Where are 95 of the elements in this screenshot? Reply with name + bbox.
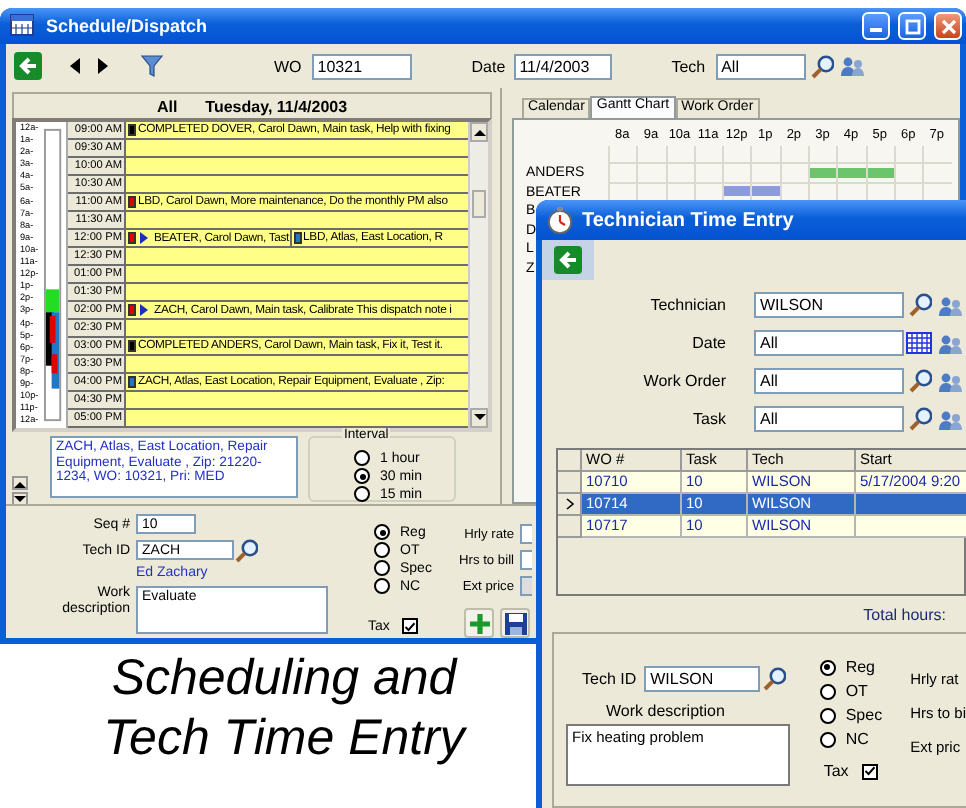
radio-label: Spec bbox=[845, 706, 883, 724]
wo-label: WO bbox=[274, 57, 302, 75]
people-button[interactable] bbox=[934, 406, 964, 432]
radio-label: NC bbox=[845, 730, 869, 748]
maximize-icon bbox=[903, 17, 921, 35]
floppy-icon bbox=[503, 611, 527, 635]
work-description-label: Work description bbox=[606, 702, 727, 720]
radio-label: OT bbox=[845, 682, 868, 700]
tech-label: Tech bbox=[671, 57, 706, 75]
filter-field[interactable]: All bbox=[754, 330, 904, 356]
hourly-rate-field[interactable] bbox=[520, 524, 532, 544]
search-button[interactable] bbox=[904, 292, 934, 318]
day-title: Tuesday, 11/4/2003 bbox=[205, 97, 348, 115]
date-label: Date bbox=[471, 57, 506, 75]
tax-label: Tax bbox=[823, 762, 849, 780]
plus-icon bbox=[467, 611, 491, 635]
window-title: Schedule/Dispatch bbox=[46, 16, 210, 36]
radio-button[interactable] bbox=[374, 524, 390, 540]
left-arrow-icon bbox=[554, 246, 582, 274]
radio-button[interactable] bbox=[374, 578, 390, 594]
filter-field[interactable]: All bbox=[754, 406, 904, 432]
radio-button[interactable] bbox=[374, 542, 390, 558]
people-button[interactable] bbox=[934, 292, 964, 318]
date-field[interactable]: 11/4/2003 bbox=[513, 53, 612, 79]
filter-label: Date bbox=[690, 334, 726, 352]
filter-field[interactable]: All bbox=[754, 368, 904, 394]
back-button[interactable] bbox=[12, 50, 44, 82]
filter-label: Work Order bbox=[641, 372, 726, 390]
scrollbar-thumb[interactable] bbox=[472, 190, 486, 218]
minimize-icon bbox=[870, 28, 882, 32]
people-button[interactable] bbox=[837, 52, 866, 80]
checkbox[interactable] bbox=[862, 763, 879, 779]
ext-price-field[interactable] bbox=[520, 576, 532, 596]
up-triangle-icon bbox=[14, 479, 26, 487]
people-icon bbox=[937, 407, 961, 431]
search-icon bbox=[234, 537, 258, 563]
people-icon bbox=[839, 54, 864, 78]
stopwatch-icon bbox=[546, 206, 574, 234]
radio-button[interactable] bbox=[354, 450, 370, 466]
radio-button[interactable] bbox=[354, 486, 370, 502]
scroll-down-icon bbox=[473, 414, 485, 422]
radio-button[interactable] bbox=[374, 560, 390, 576]
funnel-icon bbox=[140, 54, 164, 78]
people-button[interactable] bbox=[934, 368, 964, 394]
checkbox[interactable] bbox=[401, 618, 418, 634]
scroll-up-icon bbox=[473, 128, 485, 136]
radio-button[interactable] bbox=[354, 468, 370, 484]
search-button[interactable] bbox=[760, 666, 787, 692]
search-button[interactable] bbox=[904, 406, 934, 432]
wo-field[interactable]: 10321 bbox=[311, 53, 412, 79]
search-icon bbox=[907, 368, 931, 394]
tech-field[interactable]: All bbox=[715, 53, 806, 79]
save-button[interactable] bbox=[500, 608, 530, 638]
window-title: Technician Time Entry bbox=[582, 209, 796, 231]
left-triangle-icon bbox=[67, 56, 81, 76]
calendar-icon bbox=[10, 12, 38, 40]
search-button[interactable] bbox=[807, 52, 836, 80]
close-icon bbox=[939, 17, 957, 35]
filter-button[interactable] bbox=[138, 52, 166, 80]
hours-to-bill-field[interactable] bbox=[520, 550, 532, 570]
search-icon bbox=[907, 406, 931, 432]
search-icon bbox=[809, 53, 834, 79]
maximize-button[interactable] bbox=[898, 12, 926, 40]
caption-text: Tech Time Entry bbox=[103, 708, 465, 768]
search-button[interactable] bbox=[904, 368, 934, 394]
tech-id-field[interactable]: WILSON bbox=[644, 666, 761, 692]
caption-text: Scheduling and bbox=[111, 648, 457, 708]
spin-up-button[interactable] bbox=[12, 476, 28, 490]
search-icon bbox=[761, 666, 786, 692]
down-triangle-icon bbox=[14, 495, 26, 503]
radio-button[interactable] bbox=[819, 731, 836, 747]
total-hours-label: Total hours: bbox=[863, 605, 946, 623]
grid-icon bbox=[906, 330, 932, 356]
filter-field[interactable]: WILSON bbox=[754, 292, 904, 318]
calendar-button[interactable] bbox=[904, 330, 934, 356]
minimize-button[interactable] bbox=[862, 12, 890, 40]
radio-button[interactable] bbox=[819, 707, 836, 723]
search-button[interactable] bbox=[234, 538, 258, 562]
filter-label: Technician bbox=[648, 296, 726, 314]
people-icon bbox=[937, 331, 961, 355]
tech-id-label: Tech ID bbox=[582, 670, 637, 688]
filter-text: All bbox=[156, 97, 178, 115]
current-row-icon bbox=[565, 498, 573, 510]
people-icon bbox=[937, 293, 961, 317]
right-triangle-icon bbox=[95, 56, 109, 76]
radio-label: Reg bbox=[845, 658, 876, 676]
left-arrow-icon bbox=[14, 52, 42, 80]
radio-button[interactable] bbox=[819, 659, 836, 675]
close-button[interactable] bbox=[934, 12, 962, 40]
radio-button[interactable] bbox=[819, 683, 836, 699]
back-button[interactable] bbox=[552, 244, 584, 276]
filter-label: Task bbox=[691, 410, 726, 428]
search-icon bbox=[907, 292, 931, 318]
people-icon bbox=[937, 369, 961, 393]
people-button[interactable] bbox=[934, 330, 964, 356]
